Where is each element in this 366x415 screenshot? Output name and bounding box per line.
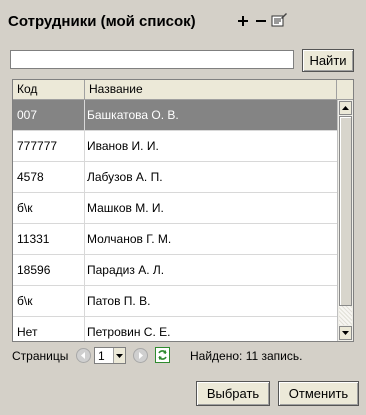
header-corner [337, 80, 353, 99]
cell-code: Нет [13, 317, 85, 341]
employees-table: Код Название 007 Башкатова О. В. 777777 Ива… [12, 79, 354, 342]
next-page-icon[interactable] [133, 348, 148, 363]
cell-name: Парадиз А. Л. [87, 263, 165, 277]
prev-page-icon[interactable] [76, 348, 91, 363]
cell-name: Петровин С. Е. [87, 325, 171, 339]
table-row[interactable]: 4578 Лабузов А. П. [13, 162, 337, 193]
found-count: Найдено: 11 запись. [190, 349, 303, 363]
table-row[interactable]: 18596 Парадиз А. Л. [13, 255, 337, 286]
pager: Страницы 1 Найдено: 11 запись. [12, 346, 354, 366]
cell-name: Молчанов Г. М. [87, 232, 172, 246]
table-row[interactable]: б\к Патов П. В. [13, 286, 337, 317]
column-header-name[interactable]: Название [85, 80, 337, 99]
select-button[interactable]: Выбрать [196, 381, 270, 406]
cell-code: 11331 [13, 224, 85, 254]
header: Сотрудники (мой список) [8, 12, 358, 34]
page-select[interactable]: 1 [94, 347, 126, 364]
page-title: Сотрудники (мой список) [8, 13, 196, 30]
cell-name: Патов П. В. [87, 294, 151, 308]
table-row[interactable]: б\к Машков М. И. [13, 193, 337, 224]
cell-name: Иванов И. И. [87, 139, 159, 153]
table-header: Код Название [13, 80, 353, 100]
refresh-icon[interactable] [155, 347, 170, 363]
scroll-up-arrow-icon[interactable] [339, 101, 352, 115]
cell-name: Башкатова О. В. [87, 108, 179, 122]
table-row[interactable]: 777777 Иванов И. И. [13, 131, 337, 162]
table-row[interactable]: Нет Петровин С. Е. [13, 317, 337, 341]
pages-label: Страницы [12, 349, 69, 363]
cell-code: б\к [13, 286, 85, 316]
cell-name: Лабузов А. П. [87, 170, 163, 184]
add-icon[interactable] [236, 14, 250, 28]
table-row[interactable]: 11331 Молчанов Г. М. [13, 224, 337, 255]
table-body: 007 Башкатова О. В. 777777 Иванов И. И. 4578… [13, 100, 337, 341]
table-row[interactable]: 007 Башкатова О. В. [13, 100, 337, 131]
cell-code: 777777 [13, 131, 85, 161]
cell-code: 4578 [13, 162, 85, 192]
cell-code: 007 [13, 100, 85, 130]
chevron-down-icon[interactable] [113, 348, 125, 363]
scroll-thumb[interactable] [339, 116, 352, 306]
find-button[interactable]: Найти [302, 49, 354, 72]
column-header-code[interactable]: Код [13, 80, 85, 99]
cell-code: б\к [13, 193, 85, 223]
cell-name: Машков М. И. [87, 201, 164, 215]
cancel-button[interactable]: Отменить [278, 381, 359, 406]
vertical-scrollbar[interactable] [337, 100, 353, 341]
page-select-value: 1 [98, 349, 105, 363]
scroll-down-arrow-icon[interactable] [339, 326, 352, 340]
search-input[interactable] [10, 50, 294, 69]
cell-code: 18596 [13, 255, 85, 285]
remove-icon[interactable] [254, 14, 268, 28]
edit-icon[interactable] [271, 12, 287, 28]
